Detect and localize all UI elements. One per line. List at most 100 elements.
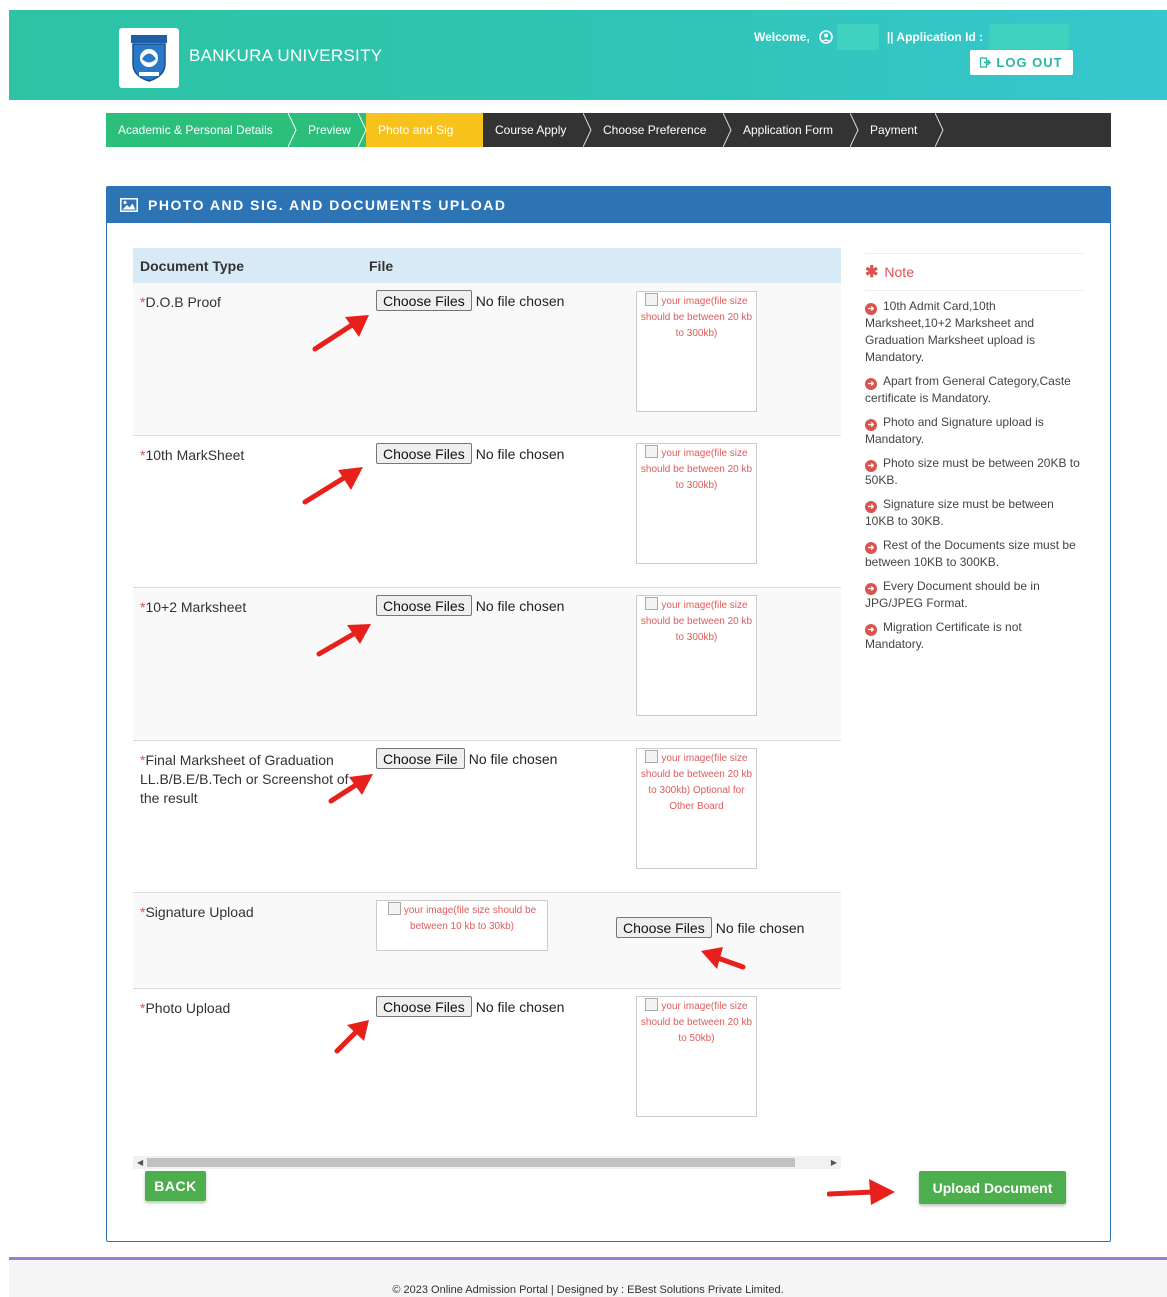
broken-image-icon — [645, 998, 659, 1011]
footer: © 2023 Online Admission Portal | Designe… — [9, 1260, 1167, 1297]
note-item: ➜ Rest of the Documents size must be betw… — [865, 538, 1076, 569]
file-input-signature[interactable]: Choose Files No file chosen — [616, 917, 804, 938]
choose-file-button[interactable]: Choose File — [376, 748, 465, 769]
user-circle-icon — [819, 30, 833, 44]
file-input-dob-proof[interactable]: Choose Files No file chosen — [376, 290, 564, 311]
step-photo-sig[interactable]: Photo and Sig — [366, 113, 483, 147]
file-status: No file chosen — [475, 998, 565, 1015]
scrollbar-thumb[interactable] — [147, 1158, 795, 1167]
upload-document-button[interactable]: Upload Document — [919, 1171, 1066, 1204]
sign-out-icon — [980, 57, 992, 68]
header: BANKURA UNIVERSITY Welcome, || Applicati… — [9, 10, 1167, 100]
document-label: *Signature Upload — [140, 904, 254, 920]
user-name-masked — [836, 24, 879, 50]
panel-header: PHOTO AND SIG. AND DOCUMENTS UPLOAD — [107, 187, 1110, 223]
image-preview: your image(file size should be between 2… — [636, 443, 757, 564]
image-preview: your image(file size should be between 2… — [636, 291, 757, 412]
chevron-right-icon — [850, 113, 859, 147]
signature-preview: your image(file size should be between 1… — [376, 900, 548, 951]
note-item: ➜ Photo and Signature upload is Mandatory… — [865, 415, 1044, 446]
broken-image-icon — [645, 445, 659, 458]
broken-image-icon — [645, 597, 659, 610]
arrow-circle-right-icon: ➜ — [865, 501, 877, 513]
image-preview: your image(file size should be between 2… — [636, 996, 757, 1117]
note-title: Note — [884, 264, 914, 280]
scroll-right-icon[interactable]: ▶ — [831, 1158, 837, 1167]
red-arrow-icon — [334, 1020, 369, 1054]
chevron-right-icon — [935, 113, 944, 147]
choose-files-button[interactable]: Choose Files — [616, 917, 712, 938]
file-status: No file chosen — [475, 445, 565, 462]
arrow-circle-right-icon: ➜ — [865, 583, 877, 595]
step-preview[interactable]: Preview — [296, 113, 367, 147]
step-choose-preference[interactable]: Choose Preference — [591, 113, 732, 147]
step-application-form[interactable]: Application Form — [731, 113, 859, 147]
university-name: BANKURA UNIVERSITY — [189, 46, 383, 65]
scroll-left-icon[interactable]: ◀ — [137, 1158, 143, 1167]
step-label: Academic & Personal Details — [118, 123, 273, 137]
choose-files-button[interactable]: Choose Files — [376, 290, 472, 311]
choose-files-button[interactable]: Choose Files — [376, 996, 472, 1017]
table-row-10plus2-marksheet: *10+2 Marksheet Choose Files No file cho… — [133, 588, 841, 741]
progress-steps: Academic & Personal Details Preview Phot… — [106, 113, 1111, 147]
red-arrow-icon — [316, 624, 371, 657]
note-header: ✱ Note — [865, 253, 1083, 291]
table-row-signature-upload: *Signature Upload your image(file size s… — [133, 893, 841, 989]
file-input-graduation-marksheet[interactable]: Choose File No file chosen — [376, 748, 557, 769]
arrow-circle-right-icon: ➜ — [865, 460, 877, 472]
red-arrow-icon — [827, 1179, 895, 1205]
note-section: ✱ Note ➜ 10th Admit Card,10th Marksheet,1… — [865, 253, 1083, 653]
document-label: *Final Marksheet of Graduation LL.B/B.E/… — [140, 752, 349, 806]
step-payment[interactable]: Payment — [858, 113, 944, 147]
arrow-circle-right-icon: ➜ — [865, 542, 877, 554]
table-row-10th-marksheet: *10th MarkSheet Choose Files No file cho… — [133, 436, 841, 588]
table-row-photo-upload: *Photo Upload Choose Files No file chose… — [133, 989, 841, 1142]
file-input-10th-marksheet[interactable]: Choose Files No file chosen — [376, 443, 564, 464]
logout-button[interactable]: LOG OUT — [970, 50, 1073, 75]
application-id-masked — [989, 24, 1070, 50]
file-input-10plus2-marksheet[interactable]: Choose Files No file chosen — [376, 595, 564, 616]
document-label: *D.O.B Proof — [140, 294, 221, 310]
file-input-photo[interactable]: Choose Files No file chosen — [376, 996, 564, 1017]
image-preview: your image(file size should be between 2… — [636, 748, 757, 869]
upload-panel: PHOTO AND SIG. AND DOCUMENTS UPLOAD Docu… — [106, 186, 1111, 1242]
red-arrow-icon — [302, 467, 363, 505]
document-label: *10+2 Marksheet — [140, 599, 247, 615]
step-label: Photo and Sig — [378, 123, 454, 137]
welcome-label: Welcome, — [754, 30, 810, 44]
welcome-bar: Welcome, || Application Id : — [754, 24, 1070, 50]
file-status: No file chosen — [468, 750, 558, 767]
step-course-apply[interactable]: Course Apply — [483, 113, 592, 147]
note-item: ➜ 10th Admit Card,10th Marksheet,10+2 Mar… — [865, 299, 1036, 364]
table-row-dob-proof: *D.O.B Proof Choose Files No file chosen… — [133, 283, 841, 436]
crest-icon — [131, 35, 167, 82]
back-button[interactable]: BACK — [145, 1171, 206, 1201]
documents-table: Document Type File *D.O.B Proof Choose F… — [133, 248, 841, 1142]
column-header-document-type: Document Type — [140, 257, 244, 274]
horizontal-scrollbar[interactable]: ◀ ▶ — [133, 1156, 841, 1169]
chevron-right-icon — [583, 113, 592, 147]
note-item: ➜ Apart from General Category,Caste certi… — [865, 374, 1071, 405]
red-arrow-icon — [701, 947, 746, 970]
choose-files-button[interactable]: Choose Files — [376, 595, 472, 616]
note-item: ➜ Signature size must be between 10KB to … — [865, 497, 1054, 528]
note-item: ➜ Every Document should be in JPG/JPEG Fo… — [865, 579, 1040, 610]
choose-files-button[interactable]: Choose Files — [376, 443, 472, 464]
broken-image-icon — [645, 293, 659, 306]
table-header: Document Type File — [133, 248, 841, 283]
asterisk-icon: ✱ — [865, 264, 879, 281]
broken-image-icon — [645, 750, 659, 763]
step-label: Application Form — [743, 123, 834, 137]
step-academic-personal[interactable]: Academic & Personal Details — [106, 113, 304, 147]
red-arrow-icon — [312, 315, 369, 352]
table-row-graduation-marksheet: *Final Marksheet of Graduation LL.B/B.E/… — [133, 741, 841, 893]
chevron-right-icon — [358, 113, 367, 147]
image-preview: your image(file size should be between 2… — [636, 595, 757, 716]
step-label: Choose Preference — [603, 123, 707, 137]
footer-text: © 2023 Online Admission Portal | Designe… — [392, 1284, 784, 1296]
step-label: Payment — [870, 123, 918, 137]
chevron-right-icon — [723, 113, 732, 147]
panel-title: PHOTO AND SIG. AND DOCUMENTS UPLOAD — [148, 197, 507, 213]
document-label: *10th MarkSheet — [140, 447, 245, 463]
red-arrow-icon — [328, 774, 373, 804]
